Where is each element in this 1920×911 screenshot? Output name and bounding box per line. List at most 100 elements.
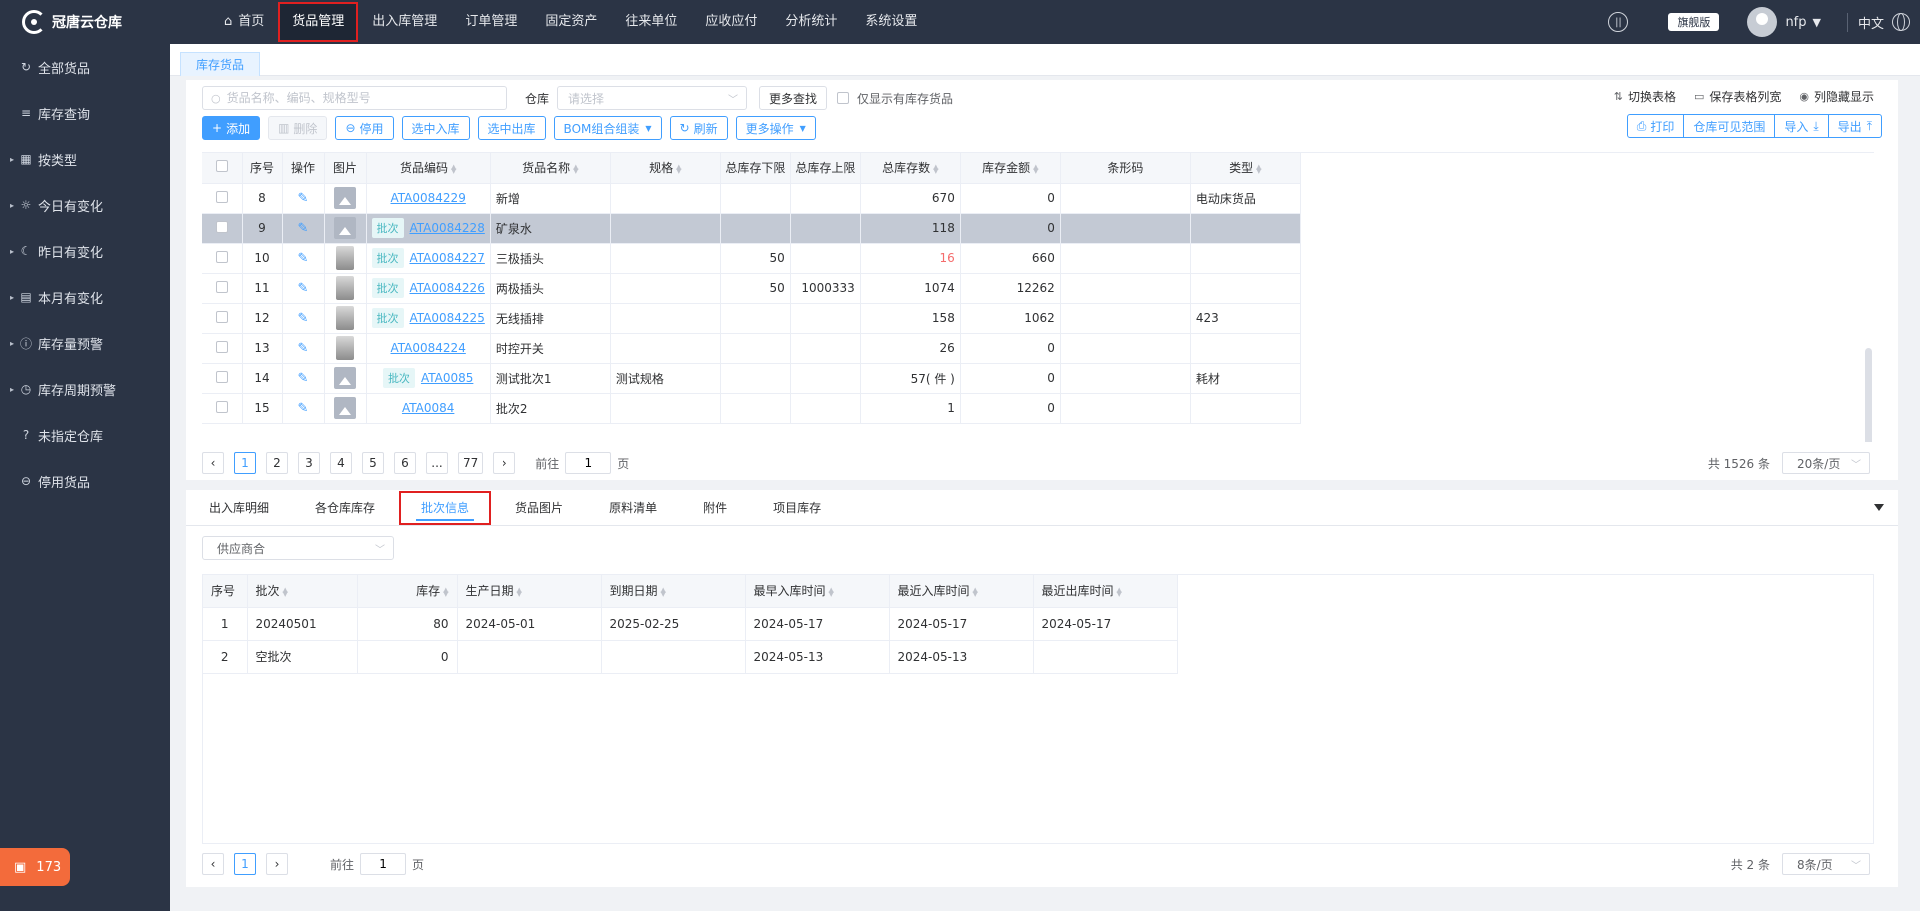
page-button[interactable]: 77 xyxy=(458,452,484,474)
prev-page-button[interactable]: ‹ xyxy=(202,452,224,474)
column-header[interactable]: 总库存上限 xyxy=(790,153,861,184)
edit-icon[interactable]: ✎ xyxy=(298,341,309,356)
product-code-link[interactable]: ATA0084226 xyxy=(410,281,485,295)
table-row[interactable]: 14 ✎ 批次 ATA0085 测试批次1 测试规格 57( 件 ) 0 耗材 xyxy=(202,363,1301,394)
edit-icon[interactable]: ✎ xyxy=(298,371,309,386)
row-image[interactable] xyxy=(324,273,367,304)
table-row[interactable]: 11 ✎ 批次 ATA0084226 两极插头 50 1000333 1074 12262 xyxy=(202,273,1301,304)
notification-badge[interactable]: ▣ 173 xyxy=(0,848,70,886)
row-checkbox[interactable] xyxy=(202,273,243,304)
product-code-link[interactable]: ATA0084229 xyxy=(391,191,466,205)
batch-column-header[interactable]: 生产日期 ▲ ▼ xyxy=(457,575,602,608)
only-stock-checkbox[interactable]: 仅显示有库存货品 xyxy=(837,90,953,107)
sort-icon[interactable]: ▲ ▼ xyxy=(573,163,578,174)
page-button[interactable]: 2 xyxy=(266,452,288,474)
search-box[interactable]: ○ xyxy=(202,86,507,110)
row-edit[interactable]: ✎ xyxy=(282,393,325,424)
select-all-checkbox[interactable] xyxy=(202,153,243,184)
selected-out-button[interactable]: 选中出库 xyxy=(477,116,546,140)
column-header[interactable]: 库存金额 ▲ ▼ xyxy=(960,153,1061,184)
nav-item[interactable]: ⌂ 首页 xyxy=(210,0,278,44)
nav-item[interactable]: 固定资产 xyxy=(531,0,611,44)
batch-column-header[interactable]: 最近入库时间 ▲ ▼ xyxy=(889,575,1034,608)
sidebar-item[interactable]: ▸ ▤ 本月有变化 xyxy=(0,274,170,320)
sort-icon[interactable]: ▲ ▼ xyxy=(661,586,666,597)
image-placeholder-icon[interactable] xyxy=(334,217,356,239)
product-code-link[interactable]: ATA0084225 xyxy=(410,311,485,325)
table-row[interactable]: 12 ✎ 批次 ATA0084225 无线插排 158 1062 423 xyxy=(202,303,1301,334)
table-row[interactable]: 13 ✎ ATA0084224 时控开关 26 0 xyxy=(202,333,1301,364)
sort-icon[interactable]: ▲ ▼ xyxy=(451,163,456,174)
row-edit[interactable]: ✎ xyxy=(282,303,325,334)
globe-icon[interactable] xyxy=(1892,13,1910,31)
checkbox-box[interactable] xyxy=(837,92,850,104)
export-button[interactable]: 导出 ⤒ xyxy=(1827,114,1882,138)
more-actions-button[interactable]: 更多操作 ▼ xyxy=(735,116,816,140)
supplier-select[interactable]: 供应商合 ﹀ xyxy=(202,536,394,560)
product-thumbnail[interactable] xyxy=(336,276,354,300)
row-edit[interactable]: ✎ xyxy=(282,363,325,394)
row-image[interactable] xyxy=(324,183,367,214)
warehouse-scope-button[interactable]: 仓库可见范围 xyxy=(1683,114,1776,138)
row-checkbox[interactable] xyxy=(202,213,243,244)
nav-item[interactable]: 往来单位 xyxy=(611,0,691,44)
search-input[interactable] xyxy=(226,91,497,105)
row-image[interactable] xyxy=(324,393,367,424)
nav-item[interactable]: 订单管理 xyxy=(451,0,531,44)
product-code-link[interactable]: ATA0084224 xyxy=(391,341,466,355)
goto-page-input[interactable] xyxy=(360,853,407,875)
delete-button[interactable]: ▥ 删除 xyxy=(268,116,328,140)
row-checkbox[interactable] xyxy=(202,393,243,424)
page-size-select[interactable]: 8条/页 ﹀ xyxy=(1782,853,1870,875)
product-thumbnail[interactable] xyxy=(336,306,354,330)
row-image[interactable] xyxy=(324,363,367,394)
sort-icon[interactable]: ▲ ▼ xyxy=(443,586,448,597)
nav-item[interactable]: 货品管理 xyxy=(278,2,359,42)
product-code-link[interactable]: ATA0084227 xyxy=(410,251,485,265)
fullscreen-icon[interactable]: || xyxy=(1608,12,1629,32)
image-placeholder-icon[interactable] xyxy=(334,397,356,419)
row-checkbox[interactable] xyxy=(202,243,243,274)
sort-icon[interactable]: ▲ ▼ xyxy=(283,586,288,597)
checkbox-box[interactable] xyxy=(215,160,228,173)
checkbox-box[interactable] xyxy=(215,310,228,323)
page-button-1[interactable]: 1 xyxy=(234,853,256,875)
edit-icon[interactable]: ✎ xyxy=(298,311,309,326)
edit-icon[interactable]: ✎ xyxy=(298,401,309,416)
product-code-link[interactable]: ATA0084228 xyxy=(410,221,485,235)
checkbox-box[interactable] xyxy=(215,220,228,233)
checkbox-box[interactable] xyxy=(215,370,228,383)
row-edit[interactable]: ✎ xyxy=(282,243,325,274)
sidebar-item[interactable]: ▸ ◷ 库存周期预警 xyxy=(0,366,170,412)
sidebar-item[interactable]: ≡ 库存查询 xyxy=(0,90,170,136)
page-size-select[interactable]: 20条/页 ﹀ xyxy=(1782,452,1870,474)
product-thumbnail[interactable] xyxy=(336,246,354,270)
bom-button[interactable]: BOM组合组装 ▼ xyxy=(553,116,662,140)
sort-icon[interactable]: ▲ ▼ xyxy=(1117,586,1122,597)
sidebar-item[interactable]: ▸ ⓘ 库存量预警 xyxy=(0,320,170,366)
checkbox-box[interactable] xyxy=(215,250,228,263)
column-visibility-button[interactable]: ◉ 列隐藏显示 xyxy=(1799,88,1874,105)
page-button[interactable]: 4 xyxy=(330,452,352,474)
checkbox-box[interactable] xyxy=(215,400,228,413)
row-checkbox[interactable] xyxy=(202,333,243,364)
image-placeholder-icon[interactable] xyxy=(334,367,356,389)
sort-icon[interactable]: ▲ ▼ xyxy=(829,586,834,597)
switch-table-button[interactable]: ⇅ 切换表格 xyxy=(1614,88,1676,105)
goto-page-input[interactable] xyxy=(565,452,612,474)
sidebar-item[interactable]: ▸ ☾ 昨日有变化 xyxy=(0,228,170,274)
row-edit[interactable]: ✎ xyxy=(282,213,325,244)
nav-item[interactable]: 系统设置 xyxy=(851,0,931,44)
page-button[interactable]: 1 xyxy=(234,452,256,474)
sort-icon[interactable]: ▲ ▼ xyxy=(973,586,978,597)
checkbox-box[interactable] xyxy=(215,340,228,353)
next-page-button[interactable]: › xyxy=(266,853,288,875)
detail-tab[interactable]: 各仓库库存 xyxy=(292,490,398,526)
sidebar-item[interactable]: ⊖ 停用货品 xyxy=(0,458,170,504)
product-code-link[interactable]: ATA0085 xyxy=(421,371,473,385)
nav-item[interactable]: 出入库管理 xyxy=(358,0,451,44)
batch-column-header[interactable]: 库存 ▲ ▼ xyxy=(357,575,458,608)
row-checkbox[interactable] xyxy=(202,183,243,214)
product-code-link[interactable]: ATA0084 xyxy=(402,401,454,415)
batch-row[interactable]: 1 20240501 80 2024-05-01 2025-02-25 2024-05-1… xyxy=(203,607,1178,641)
